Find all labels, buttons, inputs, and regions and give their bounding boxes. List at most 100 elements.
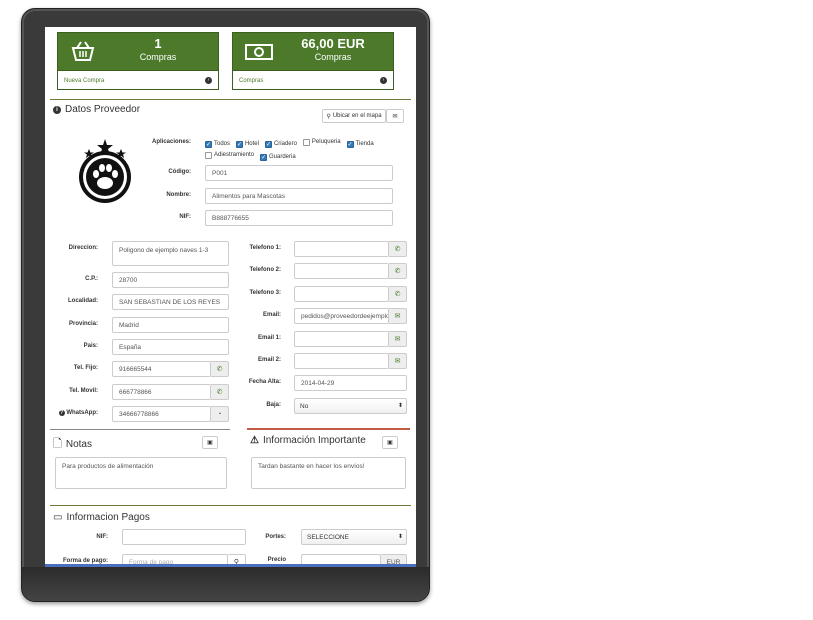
province-field[interactable]: Madrid [112, 317, 229, 333]
address-label: Direccion: [68, 245, 98, 251]
shipping-select[interactable]: SELECCIONE ⬍ [301, 529, 407, 545]
phone1-field[interactable] [294, 241, 389, 257]
registration-date-field[interactable]: 2014-04-29 [294, 375, 407, 391]
email1-field[interactable] [294, 331, 389, 347]
app-checkbox-guarderia[interactable]: ✓ Guarderia [259, 152, 296, 163]
nif-field[interactable]: B888776655 [205, 210, 393, 226]
checkbox-icon[interactable] [302, 139, 310, 146]
envelope-icon[interactable]: ✉ [389, 308, 407, 324]
save-notes-button[interactable]: ▣ [202, 436, 218, 449]
app-checkbox-tienda[interactable]: ✓ Tienda [346, 139, 374, 150]
app-checkbox-adiestramiento[interactable]: Adiestramiento [205, 150, 254, 161]
app-checkbox-peluqueria[interactable]: Peluqueria [302, 137, 341, 148]
save-important-button[interactable]: ▣ [382, 436, 398, 449]
purchases-amount-tile[interactable]: 66,00 EUR Compras Compras › [232, 32, 394, 90]
app-checkbox-todos[interactable]: ✓ Todos [205, 139, 230, 150]
phone-icon[interactable]: ✆ [211, 384, 229, 400]
phone1-label: Telefono 1: [249, 245, 281, 251]
screen: 1 Compras Nueva Compra › 66,00 EUR Compr… [45, 27, 416, 567]
postal-code-label: C.P.: [85, 276, 98, 282]
phone-icon[interactable]: ✆ [389, 286, 407, 302]
email2-label: Email 2: [257, 357, 281, 363]
applications-label: Aplicaciones: [151, 139, 191, 145]
notes-textarea[interactable]: Para productos de alimentación [55, 457, 227, 489]
inactive-label: Baja: [266, 402, 281, 408]
whatsapp-icon[interactable]: ◔ [211, 406, 229, 422]
tile-count: 1 [154, 36, 162, 51]
app-checkbox-hotel[interactable]: ✓ Hotel [235, 139, 259, 150]
province-label: Provincia: [68, 321, 98, 327]
email-field[interactable]: pedidos@proveedordeejemplo [294, 308, 389, 324]
address-field[interactable]: Poligono de ejemplo naves 1-3 [112, 241, 229, 266]
purchases-count-tile[interactable]: 1 Compras Nueva Compra › [57, 32, 219, 90]
city-label: Localidad: [67, 298, 98, 304]
arrow-right-icon[interactable]: › [380, 77, 387, 84]
supplier-logo [79, 139, 131, 203]
applications-checkboxes: ✓ Todos ✓ Hotel ✓ Criadero Peluqueria ✓ Tien… [205, 137, 405, 163]
tile-amount: 66,00 EUR [301, 36, 365, 51]
phone2-field[interactable] [294, 263, 389, 279]
new-purchase-link[interactable]: Nueva Compra [64, 78, 104, 84]
phone-icon[interactable]: ✆ [389, 263, 407, 279]
code-label: Código: [168, 169, 191, 175]
tile-caption: Compras [314, 52, 352, 62]
postal-code-field[interactable]: 28700 [112, 272, 229, 288]
money-icon [245, 44, 273, 60]
whatsapp-label: ? WhatsApp: [58, 410, 98, 416]
payments-nif-label: NIF: [96, 534, 108, 540]
email2-field[interactable] [294, 353, 389, 369]
country-field[interactable]: España [112, 339, 229, 355]
credit-card-icon: ▭ [53, 512, 63, 523]
country-label: Pais: [83, 343, 98, 349]
city-field[interactable]: SAN SEBASTIAN DE LOS REYES [112, 294, 229, 310]
important-title: ⚠ Información Importante [250, 435, 366, 446]
registration-date-label: Fecha Alta: [248, 379, 281, 385]
section-divider [50, 505, 411, 506]
payments-section-title: ▭ Informacion Pagos [53, 512, 150, 523]
question-icon: ? [58, 410, 65, 416]
notes-card-border [50, 429, 230, 430]
email-button[interactable]: ✉ [386, 109, 404, 123]
shipping-label: Portes: [265, 534, 286, 540]
name-field[interactable]: Alimentos para Mascotas [205, 188, 393, 204]
envelope-icon: ✉ [392, 113, 398, 120]
email1-label: Email 1: [257, 335, 281, 341]
phone-icon[interactable]: ✆ [211, 361, 229, 377]
purchases-link[interactable]: Compras [239, 78, 263, 84]
checkbox-icon[interactable]: ✓ [346, 141, 354, 148]
payments-nif-field[interactable] [122, 529, 246, 545]
email-label: Email: [262, 312, 281, 318]
mobile-field[interactable]: 666778866 [112, 384, 211, 400]
phone-icon[interactable]: ✆ [389, 241, 407, 257]
envelope-icon[interactable]: ✉ [389, 331, 407, 347]
inactive-select[interactable]: No ⬍ [294, 398, 407, 414]
arrow-right-icon[interactable]: › [205, 77, 212, 84]
envelope-icon[interactable]: ✉ [389, 353, 407, 369]
tile-caption: Compras [139, 52, 177, 62]
locate-on-map-button[interactable]: ⚲ Ubicar en el mapa [322, 109, 386, 123]
price-label: Precio [267, 557, 286, 563]
whatsapp-field[interactable]: 34666778866 [112, 406, 211, 422]
info-icon: i [53, 105, 61, 114]
phone3-label: Telefono 3: [249, 290, 281, 296]
floppy-icon: ▣ [387, 440, 393, 446]
app-checkbox-criadero[interactable]: ✓ Criadero [264, 139, 297, 150]
important-textarea[interactable]: Tardan bastante en hacer los envíos! [251, 457, 406, 489]
name-label: Nombre: [166, 192, 191, 198]
checkbox-icon[interactable]: ✓ [259, 154, 267, 161]
map-marker-icon: ⚲ [326, 113, 331, 120]
tablet-bezel [22, 567, 429, 601]
page-bottom-strip [45, 564, 416, 567]
checkbox-icon[interactable]: ✓ [205, 141, 212, 148]
checkbox-icon[interactable] [205, 152, 212, 159]
phone3-field[interactable] [294, 286, 389, 302]
code-field[interactable]: P001 [205, 165, 393, 181]
select-caret-icon: ⬍ [397, 534, 403, 540]
warning-icon: ⚠ [250, 435, 259, 446]
landline-field[interactable]: 916665544 [112, 361, 211, 377]
section-divider [50, 99, 411, 100]
checkbox-icon[interactable]: ✓ [235, 141, 243, 148]
nif-label: NIF: [179, 214, 191, 220]
select-caret-icon: ⬍ [397, 403, 403, 409]
checkbox-icon[interactable]: ✓ [264, 141, 272, 148]
